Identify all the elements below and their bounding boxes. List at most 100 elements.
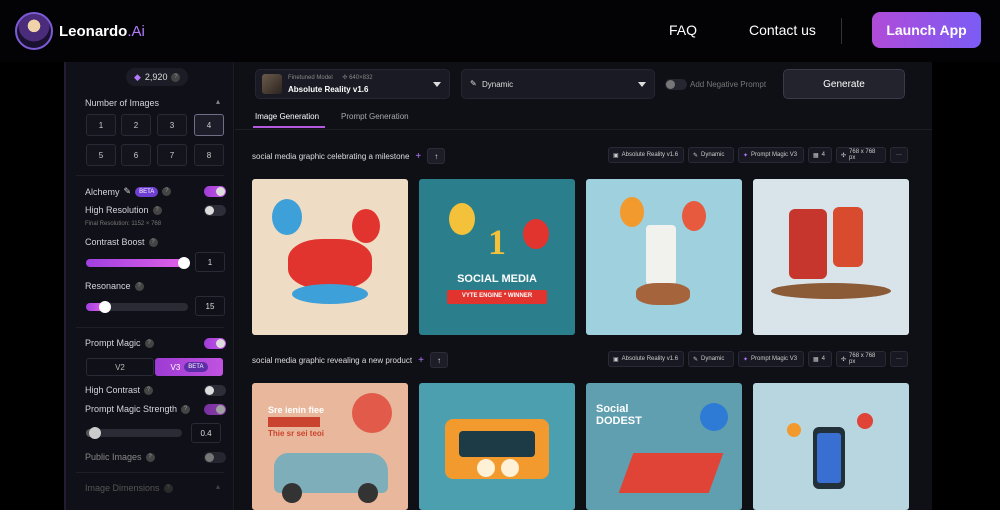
- help-icon[interactable]: ?: [145, 452, 155, 462]
- chip-model: ▣ Absolute Reality v1.6: [608, 351, 684, 367]
- settings-sidebar: ◆ 2,920 ? Number of Images ▴ 1 2 3 4 5 6…: [66, 62, 234, 510]
- collapse-chevron-icon[interactable]: ▴: [216, 97, 220, 106]
- high-contrast-toggle[interactable]: [204, 385, 226, 396]
- section-divider: [76, 327, 224, 328]
- slider-handle[interactable]: [178, 257, 190, 269]
- generated-image[interactable]: [586, 179, 742, 335]
- add-icon[interactable]: +: [415, 151, 421, 162]
- poster-number: 1: [488, 222, 506, 262]
- top-nav: Leonardo.Ai FAQ Contact us Launch App: [0, 0, 1000, 62]
- add-icon[interactable]: +: [418, 355, 424, 366]
- contact-link[interactable]: Contact us: [749, 22, 816, 38]
- num-images-option-selected[interactable]: 4: [194, 114, 224, 136]
- resonance-slider[interactable]: [86, 301, 188, 313]
- prompt-magic-v2-option[interactable]: V2: [86, 358, 154, 376]
- tab-prompt-generation[interactable]: Prompt Generation: [341, 112, 409, 121]
- help-icon[interactable]: ?: [144, 338, 154, 348]
- num-images-option[interactable]: 1: [86, 114, 116, 136]
- model-name: Absolute Reality v1.6: [288, 85, 369, 94]
- resonance-label: Resonance ?: [85, 281, 144, 291]
- beta-badge: BETA: [135, 186, 159, 197]
- brand-name: Leonardo: [59, 22, 128, 40]
- tab-image-generation[interactable]: Image Generation: [255, 112, 319, 121]
- help-icon[interactable]: ?: [162, 187, 172, 196]
- collapse-chevron-icon[interactable]: ▴: [216, 482, 220, 491]
- num-images-label: Number of Images: [85, 98, 160, 108]
- prompt-magic-v3-option[interactable]: V3 BETA: [155, 358, 223, 376]
- slider-fill: [86, 259, 186, 267]
- num-images-option[interactable]: 7: [157, 144, 187, 166]
- contrast-boost-slider[interactable]: [86, 257, 190, 269]
- style-select[interactable]: ✎ Dynamic: [461, 69, 655, 99]
- generated-image[interactable]: Social DODEST: [586, 383, 742, 510]
- faq-link[interactable]: FAQ: [669, 22, 697, 38]
- brush-icon: ✎: [470, 79, 477, 88]
- help-icon[interactable]: ?: [148, 237, 158, 247]
- generated-image[interactable]: Sre ienin fiee Thie sr sei teoi: [252, 383, 408, 510]
- more-options-icon[interactable]: ···: [890, 147, 908, 163]
- generate-button[interactable]: Generate: [783, 69, 905, 99]
- slider-handle[interactable]: [89, 427, 101, 439]
- help-icon[interactable]: ?: [171, 72, 181, 82]
- num-images-option[interactable]: 5: [86, 144, 116, 166]
- generated-image[interactable]: [419, 383, 575, 510]
- chip-dimensions: ✣ 768 x 768 px: [836, 147, 886, 163]
- model-thumbnail-icon: ▣: [613, 356, 619, 363]
- active-tab-indicator: [253, 126, 325, 128]
- sparkle-icon: ✦: [743, 356, 749, 363]
- chevron-down-icon: [433, 82, 441, 87]
- help-icon[interactable]: ?: [134, 281, 144, 291]
- public-images-toggle[interactable]: [204, 452, 226, 463]
- generation-prompt-row: social media graphic revealing a new pro…: [252, 352, 448, 368]
- generated-image[interactable]: [753, 383, 909, 510]
- generated-image[interactable]: [252, 179, 408, 335]
- brush-icon: ✎: [693, 356, 699, 363]
- brush-icon: ✎: [693, 152, 699, 159]
- brand-suffix: .Ai: [127, 22, 145, 40]
- high-resolution-toggle[interactable]: [204, 205, 226, 216]
- high-resolution-label: High Resolution ?: [85, 205, 162, 215]
- resize-icon: ✣: [841, 152, 847, 159]
- more-options-icon[interactable]: ···: [890, 351, 908, 367]
- tab-divider: [235, 129, 932, 130]
- generation-prompt: social media graphic revealing a new pro…: [252, 355, 413, 365]
- negative-prompt-toggle[interactable]: [665, 79, 687, 90]
- brand-logo[interactable]: Leonardo.Ai: [15, 12, 145, 50]
- negative-prompt-label: Add Negative Prompt: [690, 80, 767, 89]
- generated-image[interactable]: [753, 179, 909, 335]
- resize-icon: ✣: [841, 356, 847, 363]
- num-images-option[interactable]: 2: [121, 114, 151, 136]
- token-balance: ◆ 2,920 ?: [126, 68, 189, 86]
- generation-prompt: social media graphic celebrating a miles…: [252, 151, 410, 161]
- help-icon[interactable]: ?: [163, 483, 173, 493]
- alchemy-toggle[interactable]: [204, 186, 226, 197]
- help-icon[interactable]: ?: [144, 385, 154, 395]
- model-thumbnail: [262, 74, 282, 94]
- alchemy-label: Alchemy ✎ BETA ?: [85, 186, 172, 197]
- num-images-option[interactable]: 6: [121, 144, 151, 166]
- upload-arrow-icon[interactable]: ↑: [427, 148, 446, 164]
- help-icon[interactable]: ?: [181, 404, 191, 414]
- high-contrast-label: High Contrast ?: [85, 385, 154, 395]
- prompt-magic-strength-slider[interactable]: [86, 427, 182, 439]
- poster-title: SOCIAL MEDIA: [457, 273, 537, 285]
- contrast-boost-value[interactable]: 1: [195, 252, 225, 272]
- contrast-boost-label: Contrast Boost ?: [85, 237, 158, 247]
- num-images-option[interactable]: 3: [157, 114, 187, 136]
- resonance-value[interactable]: 15: [195, 296, 225, 316]
- prompt-magic-toggle[interactable]: [204, 338, 226, 349]
- poster-subtitle: Thie sr sei teoi: [268, 429, 325, 438]
- help-icon[interactable]: ?: [152, 205, 162, 215]
- prompt-magic-strength-value[interactable]: 0.4: [191, 423, 221, 443]
- num-images-option[interactable]: 8: [194, 144, 224, 166]
- model-select[interactable]: Finetuned Model ✣ 640×832 Absolute Reali…: [255, 69, 450, 99]
- generated-image[interactable]: 1 SOCIAL MEDIA VYTE ENGINE * WINNER: [419, 179, 575, 335]
- model-size: 640×832: [349, 75, 373, 81]
- upload-arrow-icon[interactable]: ↑: [429, 352, 448, 368]
- launch-app-button[interactable]: Launch App: [872, 12, 981, 48]
- token-count: 2,920: [144, 72, 168, 82]
- sparkle-icon: ✦: [743, 152, 749, 159]
- chip-model: ▣ Absolute Reality v1.6: [608, 147, 684, 163]
- slider-handle[interactable]: [99, 301, 111, 313]
- prompt-magic-strength-toggle[interactable]: [204, 404, 226, 415]
